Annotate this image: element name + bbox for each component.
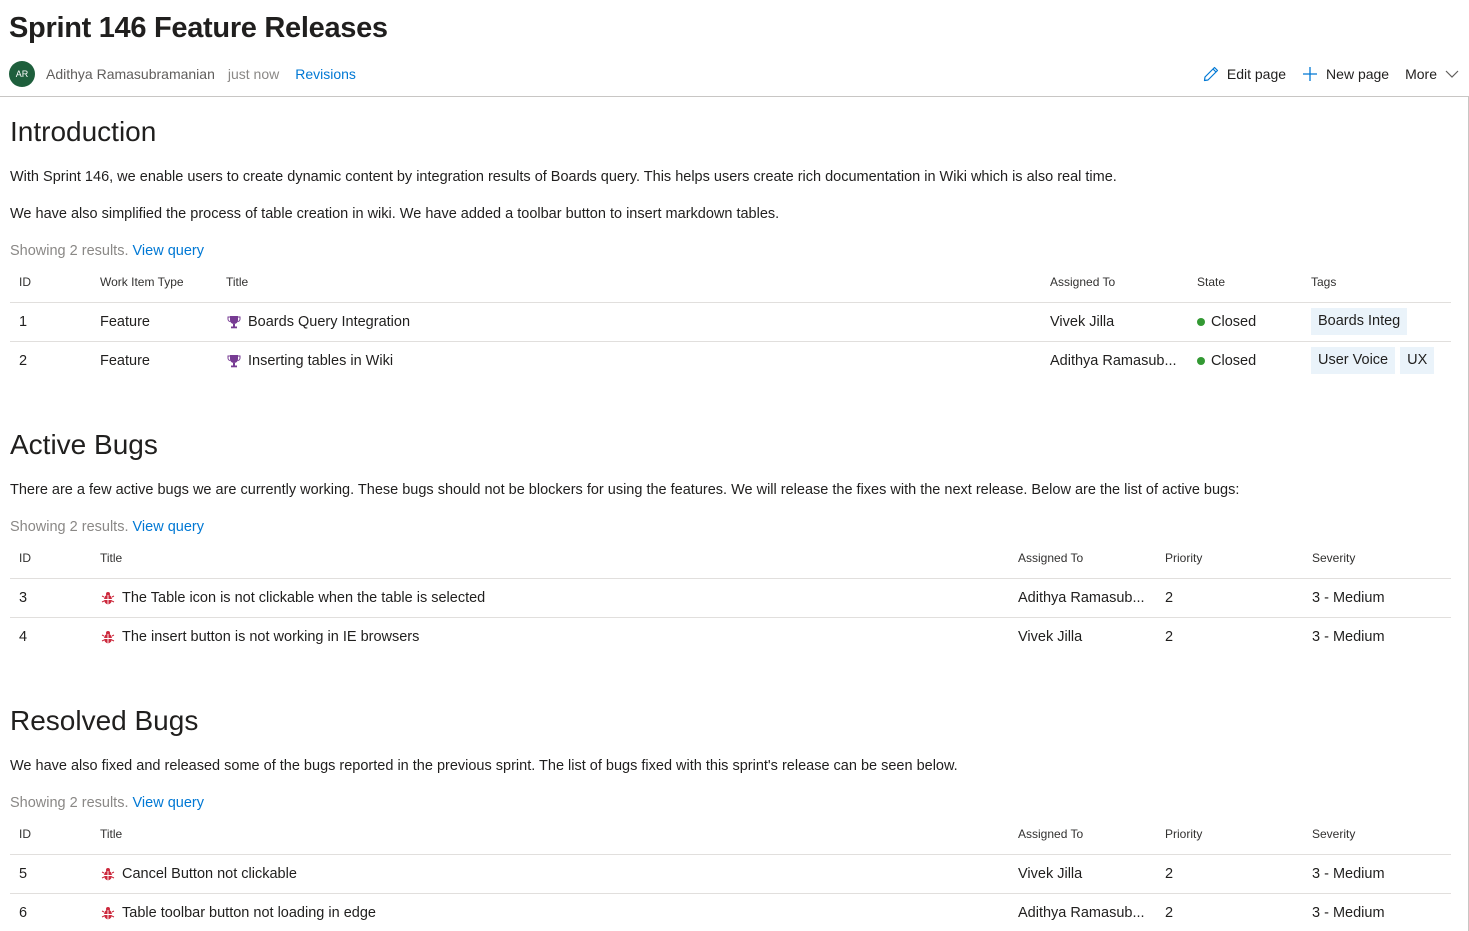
cell-assigned-to: Adithya Ramasub... (1018, 904, 1145, 921)
column-header-id[interactable]: ID (10, 262, 91, 303)
column-header-severity[interactable]: Severity (1303, 814, 1451, 855)
state-closed-dot (1197, 317, 1205, 326)
column-header-title[interactable]: Title (91, 814, 1009, 855)
cell-assigned-to: Vivek Jilla (1041, 302, 1188, 342)
cell-state: Closed (1211, 313, 1257, 330)
bug-icon (100, 866, 116, 882)
table-row[interactable]: 4 The insert button is not working in IE… (10, 617, 1451, 656)
view-query-link[interactable]: View query (133, 519, 204, 535)
features-query-table: ID Work Item Type Title Assigned To Stat… (10, 262, 1451, 380)
column-header-work-item-type[interactable]: Work Item Type (91, 262, 217, 303)
cell-assigned-to: Adithya Ramasub... (1050, 352, 1177, 369)
bug-icon (100, 905, 116, 921)
column-header-title[interactable]: Title (217, 262, 1041, 303)
cell-assigned-to: Vivek Jilla (1009, 854, 1156, 894)
table-row[interactable]: 2 Feature Inserting tables in Wiki Adith… (10, 341, 1451, 380)
cell-severity: 3 - Medium (1303, 854, 1451, 894)
header-divider (0, 96, 1469, 97)
new-page-label: New page (1326, 66, 1390, 82)
trophy-icon (226, 314, 242, 330)
last-edited-timestamp: just now (227, 66, 280, 82)
column-header-assigned-to[interactable]: Assigned To (1009, 814, 1156, 855)
cell-id: 4 (19, 628, 28, 645)
active-bugs-query-table: ID Title Assigned To Priority Severity 3… (10, 538, 1451, 656)
edit-page-button[interactable]: Edit page (1203, 66, 1286, 82)
bug-icon (100, 590, 116, 606)
view-query-link[interactable]: View query (133, 795, 204, 811)
cell-severity: 3 - Medium (1303, 578, 1451, 618)
resolved-bugs-paragraph: We have also fixed and released some of … (10, 758, 958, 774)
cell-priority: 2 (1156, 854, 1303, 894)
cell-id: 5 (10, 854, 91, 894)
cell-id: 2 (19, 352, 28, 369)
work-item-title-link[interactable]: Boards Query Integration (248, 314, 410, 330)
column-header-title[interactable]: Title (91, 538, 1009, 579)
page-actions: Edit page New page More (1187, 60, 1467, 88)
column-header-severity[interactable]: Severity (1303, 538, 1451, 579)
cell-type: Feature (100, 352, 150, 369)
cell-id: 6 (19, 904, 28, 921)
work-item-title-link[interactable]: Cancel Button not clickable (122, 866, 297, 882)
column-header-id[interactable]: ID (10, 538, 91, 579)
active-bugs-paragraph: There are a few active bugs we are curre… (10, 482, 1240, 498)
cell-id: 1 (10, 302, 91, 342)
avatar[interactable]: AR (9, 61, 35, 87)
chevron-down-icon (1445, 67, 1459, 81)
column-header-priority[interactable]: Priority (1156, 538, 1303, 579)
results-count: Showing 2 results. View query (10, 243, 204, 259)
more-menu-button[interactable]: More (1405, 66, 1467, 82)
column-header-tags[interactable]: Tags (1302, 262, 1451, 303)
table-row[interactable]: 1 Feature Boards Query Integration Vivek… (10, 302, 1451, 342)
column-header-id[interactable]: ID (10, 814, 91, 855)
page-meta: AR Adithya Ramasubramanian just now Revi… (9, 60, 356, 88)
cell-assigned-to: Adithya Ramasub... (1009, 578, 1156, 618)
work-item-title-link[interactable]: Inserting tables in Wiki (248, 353, 393, 369)
table-row[interactable]: 5 Cancel Button not clickable Vivek Jill… (10, 854, 1451, 894)
cell-priority: 2 (1156, 578, 1303, 618)
plus-icon (1302, 66, 1318, 82)
table-header-row: ID Title Assigned To Priority Severity (10, 538, 1451, 579)
resolved-bugs-query-table: ID Title Assigned To Priority Severity 5… (10, 814, 1451, 931)
author-name: Adithya Ramasubramanian (46, 66, 215, 82)
section-heading-resolved-bugs: Resolved Bugs (10, 705, 199, 736)
edit-page-label: Edit page (1226, 66, 1287, 82)
cell-type: Feature (91, 302, 217, 342)
more-label: More (1405, 66, 1437, 82)
revisions-link[interactable]: Revisions (295, 66, 356, 82)
column-header-assigned-to[interactable]: Assigned To (1041, 262, 1188, 303)
cell-severity: 3 - Medium (1312, 904, 1385, 921)
view-query-link[interactable]: View query (133, 243, 204, 259)
table-row[interactable]: 6 Table toolbar button not loading in ed… (10, 893, 1451, 931)
intro-paragraph-1: With Sprint 146, we enable users to crea… (10, 169, 1117, 185)
results-count: Showing 2 results. View query (10, 519, 204, 535)
section-heading-introduction: Introduction (10, 116, 157, 147)
cell-assigned-to: Vivek Jilla (1018, 628, 1083, 645)
bug-icon (100, 629, 116, 645)
work-item-title-link[interactable]: The insert button is not working in IE b… (122, 629, 419, 645)
tag-badge: User Voice (1311, 347, 1396, 375)
column-header-priority[interactable]: Priority (1156, 814, 1303, 855)
state-closed-dot (1197, 356, 1205, 365)
results-count: Showing 2 results. View query (10, 795, 204, 811)
cell-id: 3 (10, 578, 91, 618)
cell-state: Closed (1211, 352, 1257, 369)
work-item-title-link[interactable]: The Table icon is not clickable when the… (122, 590, 485, 606)
table-header-row: ID Title Assigned To Priority Severity (10, 814, 1451, 855)
table-row[interactable]: 3 The Table icon is not clickable when t… (10, 578, 1451, 618)
column-header-state[interactable]: State (1188, 262, 1302, 303)
table-header-row: ID Work Item Type Title Assigned To Stat… (10, 262, 1451, 303)
intro-paragraph-2: We have also simplified the process of t… (10, 206, 780, 222)
pencil-icon (1203, 66, 1219, 82)
cell-priority: 2 (1165, 904, 1174, 921)
section-heading-active-bugs: Active Bugs (10, 429, 158, 460)
trophy-icon (226, 353, 242, 369)
tag-badge: UX (1400, 347, 1435, 375)
column-header-assigned-to[interactable]: Assigned To (1009, 538, 1156, 579)
cell-priority: 2 (1165, 628, 1174, 645)
page-title: Sprint 146 Feature Releases (9, 12, 388, 44)
new-page-button[interactable]: New page (1302, 66, 1389, 82)
work-item-title-link[interactable]: Table toolbar button not loading in edge (122, 905, 376, 921)
tag-badge: Boards Integ (1311, 308, 1408, 335)
cell-severity: 3 - Medium (1312, 628, 1385, 645)
